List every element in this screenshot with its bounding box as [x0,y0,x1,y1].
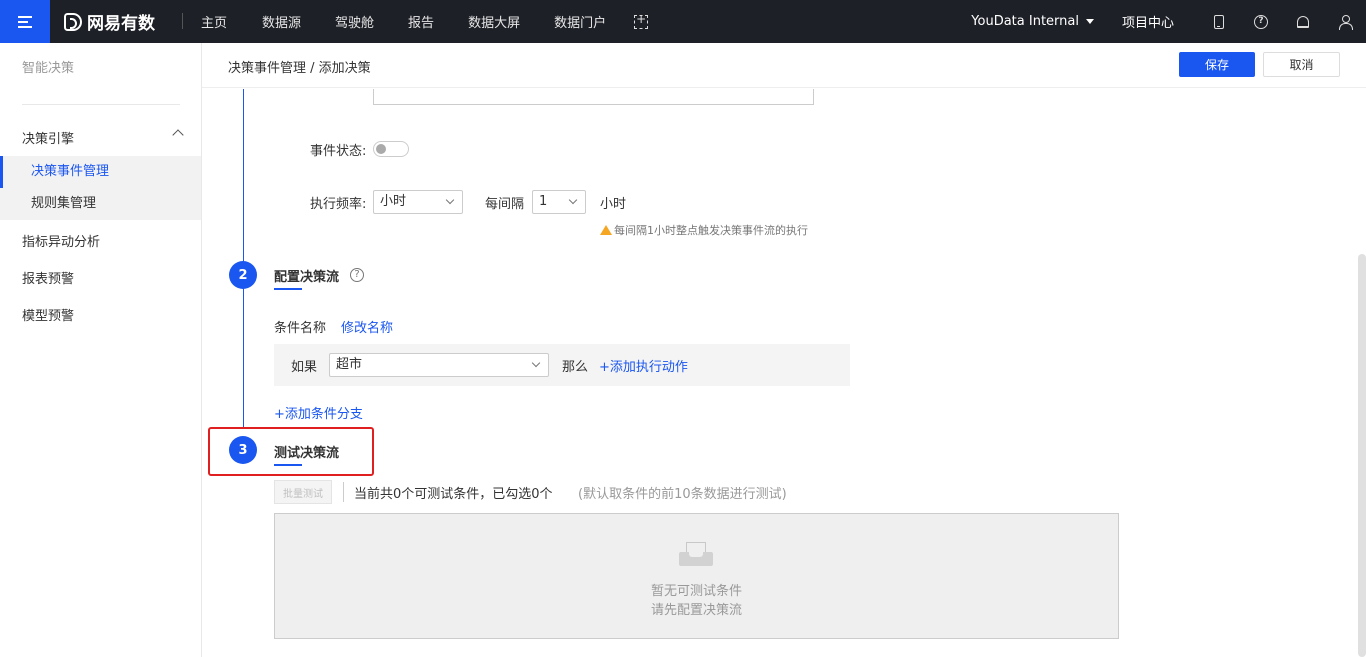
sidebar-item-event-management[interactable]: 决策事件管理 [0,156,201,188]
empty-inbox-icon [679,542,713,568]
top-navbar: 网易有数 主页 数据源 驾驶舱 报告 数据大屏 数据门户 YouData Int… [0,0,1366,43]
scrollbar[interactable] [1358,254,1366,657]
chevron-down-icon [445,195,455,205]
hamburger-icon [18,15,32,28]
interval-value: 1 [539,194,548,209]
sidebar: 智能决策 决策引擎 决策事件管理 规则集管理 指标异动分析 报表预警 模型预警 [0,43,202,657]
caret-down-icon [1085,19,1094,24]
sidebar-item-metric-anomaly[interactable]: 指标异动分析 [22,231,100,250]
brand-logo[interactable]: 网易有数 [64,0,155,43]
nav-item-portal[interactable]: 数据门户 [554,12,606,31]
project-center-link[interactable]: 项目中心 [1122,12,1174,31]
mobile-button[interactable] [1198,0,1240,43]
frequency-select[interactable]: 小时 [373,190,463,214]
sidebar-title: 智能决策 [22,61,75,76]
help-button[interactable]: ? [1240,0,1282,43]
event-status-label: 事件状态: [310,144,367,159]
chevron-down-icon [531,358,541,368]
warning-icon [600,225,612,235]
mobile-icon [1214,14,1224,29]
frequency-value: 小时 [380,194,407,209]
nav-item-cockpit[interactable]: 驾驶舱 [335,12,374,31]
condition-value: 超市 [336,357,363,372]
breadcrumb: 决策事件管理 / 添加决策 [228,61,371,76]
chevron-down-icon [568,195,578,205]
nav-item-report[interactable]: 报告 [408,12,434,31]
menu-button[interactable] [0,0,50,43]
empty-text-line1: 暂无可测试条件 [650,584,742,599]
sidebar-item-ruleset-management[interactable]: 规则集管理 [0,188,201,220]
page-header: 决策事件管理 / 添加决策 保存 取消 [202,43,1366,88]
main-nav: 主页 数据源 驾驶舱 报告 数据大屏 数据门户 [201,0,649,43]
batch-test-button[interactable]: 批量测试 [274,480,332,504]
event-input-field[interactable] [373,89,814,105]
nav-item-datasource[interactable]: 数据源 [262,12,301,31]
sidebar-item-report-alert[interactable]: 报表预警 [22,268,74,287]
test-note-text: (默认取条件的前10条数据进行测试) [578,487,787,502]
add-module-icon[interactable] [634,12,649,29]
brand-name: 网易有数 [87,14,155,34]
help-icon: ? [1254,14,1268,29]
interval-select[interactable]: 1 [532,190,586,214]
add-branch-link[interactable]: +添加条件分支 [274,403,363,422]
bell-icon [1297,15,1309,28]
condition-select[interactable]: 超市 [329,353,549,377]
step-2-title: 配置决策流 [274,266,340,290]
interval-label: 每间隔 [485,197,525,212]
topbar-right: YouData Internal 项目中心 ? [971,0,1366,43]
title-underline [274,464,302,466]
rename-link[interactable]: 修改名称 [341,317,393,336]
nav-item-home[interactable]: 主页 [201,12,227,31]
title-underline [274,288,302,290]
frequency-hint: 每间隔1小时整点触发决策事件流的执行 [600,222,808,238]
hint-text: 每间隔1小时整点触发决策事件流的执行 [614,224,808,237]
user-button[interactable] [1324,0,1366,43]
add-action-link[interactable]: +添加执行动作 [599,356,688,375]
step-timeline-line [243,89,244,428]
notification-button[interactable] [1282,0,1324,43]
chevron-up-icon [172,129,184,141]
sidebar-item-model-alert[interactable]: 模型预警 [22,305,74,324]
user-icon [1339,14,1353,30]
sidebar-group-label: 决策引擎 [22,132,75,147]
interval-unit: 小时 [600,197,627,212]
youdata-logo-icon [64,12,82,31]
empty-text-line2: 请先配置决策流 [650,603,742,618]
save-button[interactable]: 保存 [1179,52,1255,77]
test-empty-state: 暂无可测试条件 请先配置决策流 [274,513,1119,639]
condition-row: 如果 超市 那么 +添加执行动作 [274,344,850,386]
main-content: 事件状态: 执行频率: 小时 每间隔 1 小时 每间隔1小时整点触发决策事件流的… [202,89,1366,657]
step-3-title: 测试决策流 [274,442,340,466]
condition-name-label: 条件名称 [274,321,327,336]
step-3-badge: 3 [229,436,257,464]
help-circle-icon[interactable]: ? [350,268,364,282]
sidebar-group-decision-engine[interactable]: 决策引擎 [22,128,184,147]
divider [343,482,344,502]
step-3-title-text: 测试决策流 [274,446,340,461]
divider [182,13,183,29]
then-label: 那么 [562,360,589,375]
event-status-toggle[interactable] [373,141,409,157]
cancel-button[interactable]: 取消 [1263,52,1340,77]
tenant-name: YouData Internal [971,14,1079,29]
nav-item-bigscreen[interactable]: 数据大屏 [468,12,520,31]
sidebar-divider [22,104,180,105]
frequency-label: 执行频率: [310,197,367,212]
tenant-selector[interactable]: YouData Internal [971,14,1094,29]
test-count-text: 当前共0个可测试条件，已勾选0个 [354,487,553,502]
if-label: 如果 [291,360,318,375]
step-2-badge: 2 [229,261,257,289]
step-2-title-text: 配置决策流 [274,270,340,285]
